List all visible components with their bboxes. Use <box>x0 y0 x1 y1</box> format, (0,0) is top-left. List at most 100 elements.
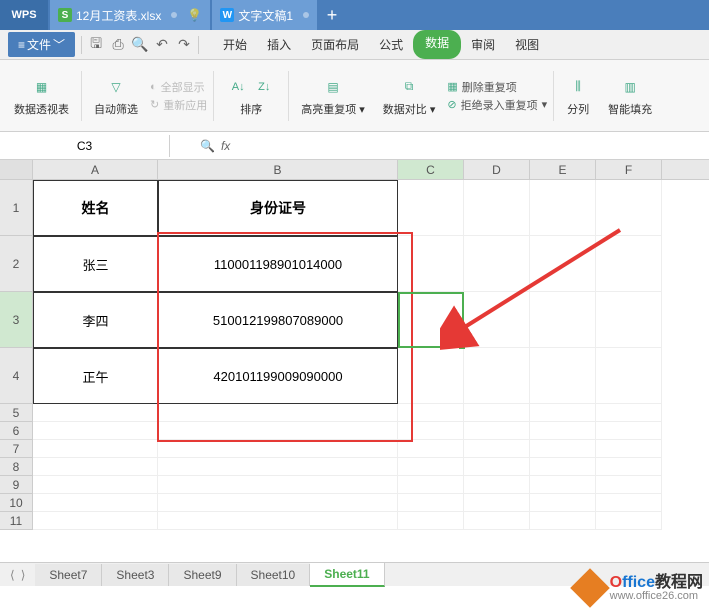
cell[interactable] <box>158 440 398 458</box>
cell[interactable] <box>158 404 398 422</box>
smart-fill-button[interactable]: ▥ 智能填充 <box>602 66 658 126</box>
col-header-d[interactable]: D <box>464 160 530 179</box>
cell-f4[interactable] <box>596 348 662 404</box>
cell[interactable] <box>530 458 596 476</box>
cell-c4[interactable] <box>398 348 464 404</box>
cell-b4[interactable]: 420101199009090000 <box>158 348 398 404</box>
redo-icon[interactable]: ↷ <box>176 37 192 53</box>
row-header-3[interactable]: 3 <box>0 292 33 348</box>
row-header-7[interactable]: 7 <box>0 440 33 458</box>
col-header-c[interactable]: C <box>398 160 464 179</box>
cell-b3[interactable]: 510012199807089000 <box>158 292 398 348</box>
cell[interactable] <box>464 458 530 476</box>
cell[interactable] <box>596 458 662 476</box>
cell[interactable] <box>398 404 464 422</box>
cell-a2[interactable]: 张三 <box>33 236 158 292</box>
file-menu-button[interactable]: ≡ 文件 ﹀ <box>8 32 75 57</box>
cell[interactable] <box>530 494 596 512</box>
data-compare-button[interactable]: ⧉ 数据对比 ▾ <box>377 66 442 126</box>
preview-icon[interactable]: 🔍 <box>132 37 148 53</box>
nav-first-icon[interactable]: ⟨ <box>10 568 15 582</box>
highlight-dup-button[interactable]: ▤ 高亮重复项 ▾ <box>295 66 371 126</box>
cell[interactable] <box>596 404 662 422</box>
ribbon-tab-formula[interactable]: 公式 <box>369 30 413 59</box>
cell[interactable] <box>596 422 662 440</box>
cell[interactable] <box>158 512 398 530</box>
row-header-2[interactable]: 2 <box>0 236 33 292</box>
cell[interactable] <box>398 512 464 530</box>
col-header-a[interactable]: A <box>33 160 158 179</box>
cell[interactable] <box>398 476 464 494</box>
ribbon-tab-insert[interactable]: 插入 <box>257 30 301 59</box>
col-header-f[interactable]: F <box>596 160 662 179</box>
ribbon-tab-view[interactable]: 视图 <box>505 30 549 59</box>
cell[interactable] <box>158 422 398 440</box>
save-icon[interactable]: 🖫 <box>88 37 104 53</box>
show-all-button[interactable]: ◐ 全部显示 <box>150 79 207 95</box>
cell[interactable] <box>530 512 596 530</box>
cell-f1[interactable] <box>596 180 662 236</box>
cell-b2[interactable]: 110001198901014000 <box>158 236 398 292</box>
sheet-tab[interactable]: Sheet10 <box>237 564 311 586</box>
row-header-10[interactable]: 10 <box>0 494 33 512</box>
cell[interactable] <box>464 422 530 440</box>
cell-f3[interactable] <box>596 292 662 348</box>
cell[interactable] <box>464 476 530 494</box>
cell[interactable] <box>33 512 158 530</box>
insert-function-icon[interactable]: 🔍 <box>200 139 215 153</box>
ribbon-tab-layout[interactable]: 页面布局 <box>301 30 369 59</box>
document-tab-writer[interactable]: W 文字文稿1 <box>212 0 317 30</box>
cell[interactable] <box>33 440 158 458</box>
row-header-4[interactable]: 4 <box>0 348 33 404</box>
reapply-button[interactable]: ↻ 重新应用 <box>150 97 207 113</box>
cell-d2[interactable] <box>464 236 530 292</box>
select-all-corner[interactable] <box>0 160 33 179</box>
sheet-tab[interactable]: Sheet9 <box>169 564 236 586</box>
cell-a4[interactable]: 正午 <box>33 348 158 404</box>
sheet-tab[interactable]: Sheet3 <box>102 564 169 586</box>
cell[interactable] <box>33 476 158 494</box>
document-tab-spreadsheet[interactable]: S 12月工资表.xlsx 💡 <box>50 0 210 30</box>
remove-dup-button[interactable]: ▦ 删除重复项 <box>447 79 547 95</box>
cell[interactable] <box>33 404 158 422</box>
fx-button[interactable]: fx <box>221 139 230 153</box>
cell[interactable] <box>530 440 596 458</box>
cell-c3[interactable] <box>398 292 464 348</box>
cell-e2[interactable] <box>530 236 596 292</box>
cell[interactable] <box>33 458 158 476</box>
cell-a3[interactable]: 李四 <box>33 292 158 348</box>
cell[interactable] <box>530 422 596 440</box>
row-header-6[interactable]: 6 <box>0 422 33 440</box>
ribbon-pivot-button[interactable]: ▦ 数据透视表 <box>8 66 75 126</box>
ribbon-tab-start[interactable]: 开始 <box>213 30 257 59</box>
cell-e1[interactable] <box>530 180 596 236</box>
cell-b1[interactable]: 身份证号 <box>158 180 398 236</box>
row-header-5[interactable]: 5 <box>0 404 33 422</box>
cell[interactable] <box>464 440 530 458</box>
col-header-b[interactable]: B <box>158 160 398 179</box>
cell[interactable] <box>33 422 158 440</box>
cell[interactable] <box>596 512 662 530</box>
name-box[interactable]: C3 <box>0 135 170 157</box>
cell-f2[interactable] <box>596 236 662 292</box>
cell-e4[interactable] <box>530 348 596 404</box>
cell[interactable] <box>158 476 398 494</box>
add-tab-button[interactable]: + <box>317 0 347 30</box>
cell-e3[interactable] <box>530 292 596 348</box>
cell[interactable] <box>158 458 398 476</box>
cell[interactable] <box>398 422 464 440</box>
row-header-1[interactable]: 1 <box>0 180 33 236</box>
cell[interactable] <box>33 494 158 512</box>
wps-logo[interactable]: WPS <box>0 0 48 30</box>
cell[interactable] <box>398 494 464 512</box>
ribbon-filter-button[interactable]: ▽ 自动筛选 <box>88 66 144 126</box>
row-header-8[interactable]: 8 <box>0 458 33 476</box>
col-header-e[interactable]: E <box>530 160 596 179</box>
undo-icon[interactable]: ↶ <box>154 37 170 53</box>
cell[interactable] <box>398 440 464 458</box>
text-to-col-button[interactable]: ⫼ 分列 <box>560 66 596 126</box>
cell[interactable] <box>596 494 662 512</box>
cell[interactable] <box>530 404 596 422</box>
cell[interactable] <box>596 440 662 458</box>
cell-d4[interactable] <box>464 348 530 404</box>
